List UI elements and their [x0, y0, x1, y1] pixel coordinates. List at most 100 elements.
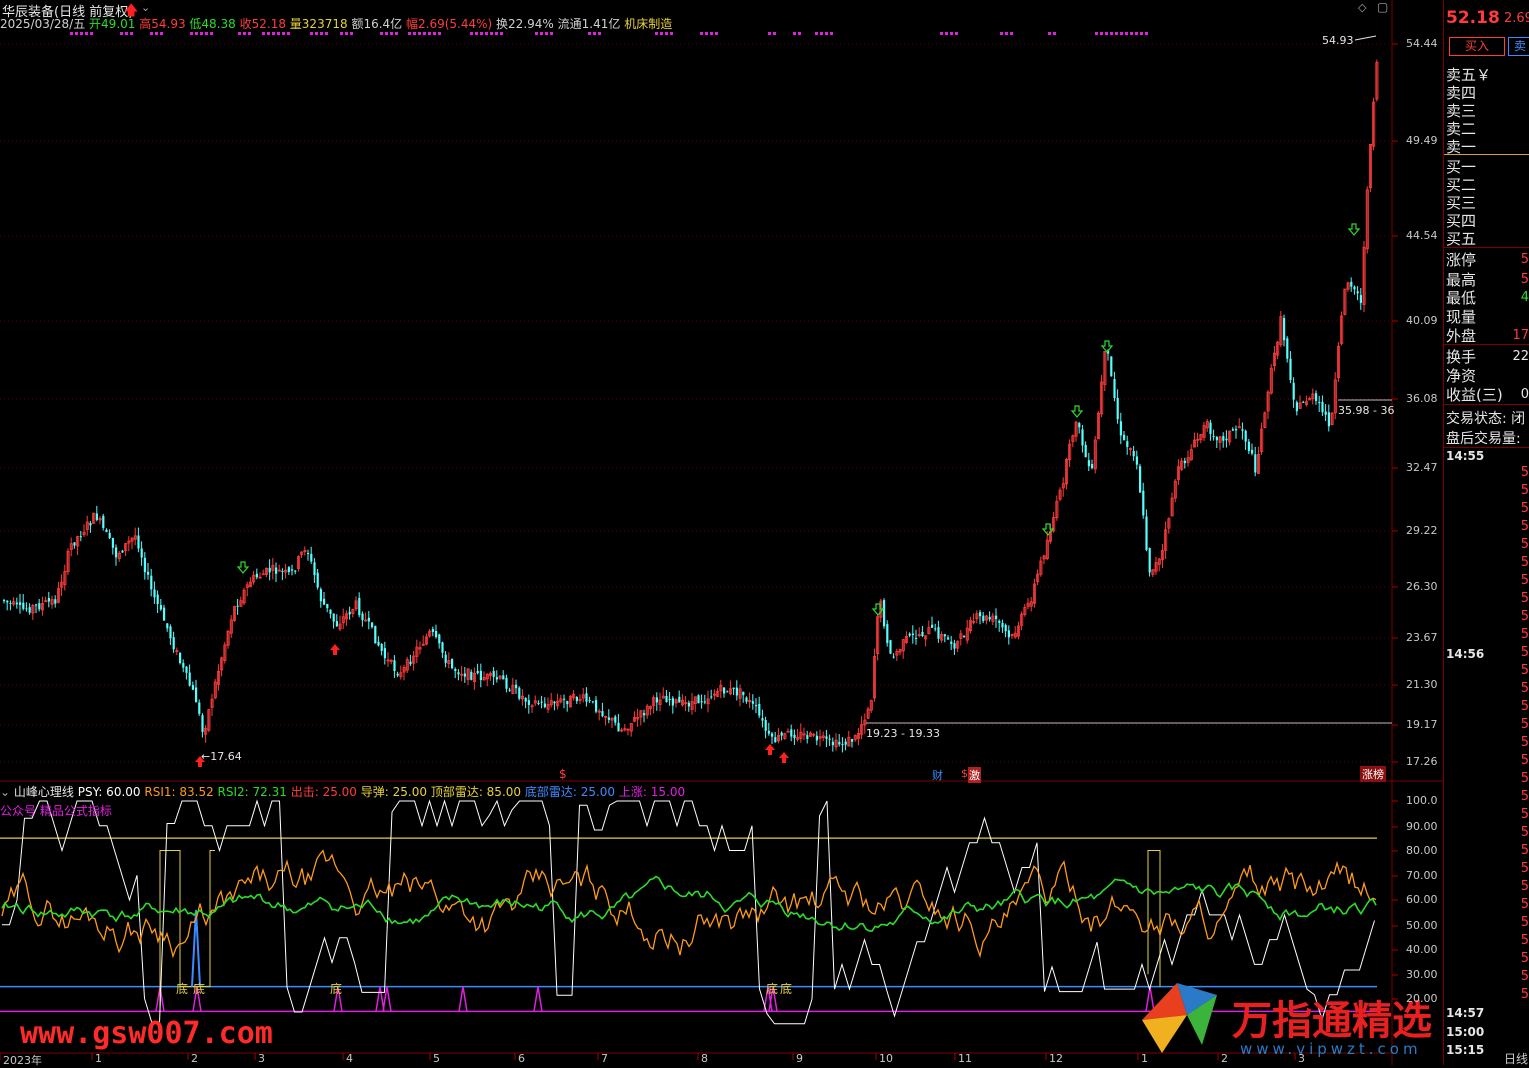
signal-dot — [815, 32, 818, 35]
quote-bar: 2025/03/28/五 开49.01 高54.93 低48.38 收52.18… — [0, 15, 672, 32]
price-tick-label: 19.17 — [1406, 718, 1438, 731]
tick-value: 5 — [1520, 951, 1529, 966]
signal-dot — [1135, 32, 1138, 35]
candle-down — [159, 605, 162, 610]
sell-arrow-icon — [236, 561, 250, 574]
time-tick-label: 6 — [518, 1052, 525, 1065]
candle-down — [454, 669, 457, 672]
indicator-rsi1: RSI1: 83.52 — [144, 785, 214, 799]
period-label[interactable]: 日线 — [1504, 1050, 1528, 1067]
candle-down — [1244, 430, 1247, 442]
tick-value: 5 — [1520, 645, 1529, 660]
indicator-tick-label: 90.00 — [1406, 820, 1438, 833]
signal-dot — [1000, 32, 1003, 35]
candle-down — [9, 602, 12, 604]
tick-value: 5 — [1520, 771, 1529, 786]
candle-down — [774, 737, 777, 743]
radar-spike — [191, 909, 201, 987]
signal-dot — [495, 32, 498, 35]
signal-dot — [950, 32, 953, 35]
candle-down — [1135, 456, 1138, 465]
candle-down — [1225, 438, 1228, 441]
signal-dot — [480, 32, 483, 35]
signal-dot — [433, 32, 436, 35]
candle-down — [476, 670, 479, 674]
tick-value: 5 — [1520, 627, 1529, 642]
candle-down — [47, 597, 50, 602]
candle-down — [1327, 412, 1330, 427]
candle-down — [1295, 402, 1298, 412]
candle-down — [921, 631, 924, 637]
window-toggle-button[interactable]: ▢ — [1377, 0, 1388, 14]
candle-down — [710, 696, 713, 698]
candle-down — [806, 735, 809, 739]
signal-dot — [475, 32, 478, 35]
time-tick-label: 2 — [191, 1052, 198, 1065]
candle-down — [508, 689, 511, 691]
signal-dot — [1115, 32, 1118, 35]
dollar-marker-2[interactable]: $ — [961, 767, 968, 780]
signal-dot — [120, 32, 123, 35]
divider — [1444, 344, 1529, 345]
candle-down — [735, 687, 738, 696]
signal-dot — [1048, 32, 1051, 35]
tick-value: 5 — [1520, 807, 1529, 822]
candle-down — [1350, 281, 1353, 287]
kline-chart[interactable] — [0, 0, 1443, 1065]
candle-down — [383, 648, 386, 659]
signal-dot — [130, 32, 133, 35]
tick-value: 5 — [1520, 681, 1529, 696]
candle-down — [780, 732, 783, 736]
candle-down — [15, 602, 18, 605]
indicator-rsi2: RSI2: 72.31 — [217, 785, 287, 799]
candle-down — [198, 702, 201, 714]
bottom-label: 底 — [330, 982, 343, 996]
chevron-down-icon[interactable]: ⌄ — [141, 1, 150, 14]
chart-area[interactable]: 华辰装备(日线 前复权) 🡅 ⌄ 2025/03/28/五 开49.01 高54… — [0, 0, 1443, 1067]
indicator-daodan: 导弹: 25.00 — [360, 785, 427, 799]
candle-down — [169, 626, 172, 639]
candle-down — [700, 701, 703, 703]
signal-dot — [195, 32, 198, 35]
candle-down — [934, 628, 937, 630]
candle-down — [393, 660, 396, 671]
candle-down — [1113, 378, 1116, 399]
signal-dot — [380, 32, 383, 35]
signal-dot — [1053, 32, 1056, 35]
indicator-tick-label: 50.00 — [1406, 919, 1438, 932]
signal-dot — [262, 32, 265, 35]
time-tick-label: 2023年 — [3, 1054, 42, 1067]
ji-marker[interactable]: 激 — [968, 767, 981, 783]
signal-dot — [798, 32, 801, 35]
price-tick-label: 40.09 — [1406, 314, 1438, 327]
signal-dot — [438, 32, 441, 35]
rise-spike — [375, 986, 385, 1012]
tick-value: 5 — [1520, 897, 1529, 912]
candle-down — [307, 552, 310, 555]
indicator-menu-icon[interactable]: ⌄ — [0, 785, 10, 799]
sell-button[interactable]: 卖 — [1508, 37, 1529, 56]
indicator-header: ⌄ 山峰心理线 PSY: 60.00 RSI1: 83.52 RSI2: 72.… — [0, 783, 685, 800]
signal-dot — [1145, 32, 1148, 35]
signal-dot — [955, 32, 958, 35]
candle-down — [527, 700, 530, 706]
candle-down — [1132, 450, 1135, 457]
diamond-icon[interactable]: ◇ — [1358, 1, 1366, 14]
candle-down — [614, 716, 617, 723]
cai-marker[interactable]: 财 — [932, 767, 943, 783]
sell-arrow-icon — [1347, 223, 1361, 236]
candle-down — [147, 571, 150, 575]
tick-value: 5 — [1520, 537, 1529, 552]
buy-button[interactable]: 买入 — [1449, 37, 1505, 56]
signal-dot — [773, 32, 776, 35]
dollar-marker[interactable]: $ — [559, 767, 567, 781]
signal-dot — [70, 32, 73, 35]
candle-down — [38, 603, 41, 610]
signal-dot — [470, 32, 473, 35]
candle-down — [1145, 516, 1148, 550]
signal-dot — [500, 32, 503, 35]
quote-volume: 量323718 — [289, 17, 348, 31]
candle-down — [828, 738, 831, 740]
candle-down — [140, 548, 143, 558]
zhangbang-marker[interactable]: 涨榜 — [1360, 766, 1386, 782]
